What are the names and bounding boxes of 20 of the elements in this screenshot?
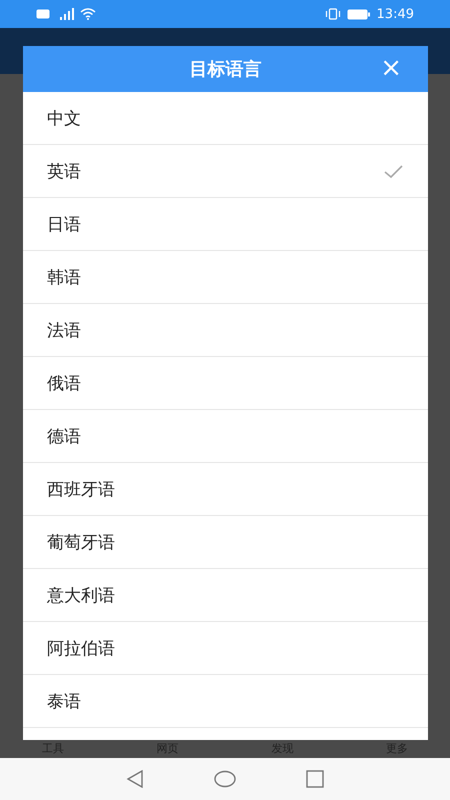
- language-option[interactable]: 阿拉伯语: [23, 622, 428, 675]
- wifi-icon: [80, 8, 96, 20]
- language-option[interactable]: 俄语: [23, 357, 428, 410]
- language-option[interactable]: 韩语: [23, 251, 428, 304]
- language-option[interactable]: 英语: [23, 145, 428, 198]
- language-option[interactable]: 中文: [23, 92, 428, 145]
- status-time: 13:49: [376, 6, 414, 22]
- back-icon[interactable]: [126, 770, 144, 788]
- language-option[interactable]: 西班牙语: [23, 463, 428, 516]
- dialog-title: 目标语言: [190, 58, 262, 81]
- recents-icon[interactable]: [306, 770, 324, 788]
- language-option[interactable]: 意大利语: [23, 569, 428, 622]
- language-option[interactable]: 泰语: [23, 675, 428, 728]
- vibrate-icon: [324, 8, 341, 20]
- language-option[interactable]: 葡萄牙语: [23, 516, 428, 569]
- language-option[interactable]: 法语: [23, 304, 428, 357]
- home-icon[interactable]: [214, 770, 236, 788]
- language-option[interactable]: 德语: [23, 410, 428, 463]
- battery-icon: [346, 8, 371, 20]
- language-option[interactable]: 日语: [23, 198, 428, 251]
